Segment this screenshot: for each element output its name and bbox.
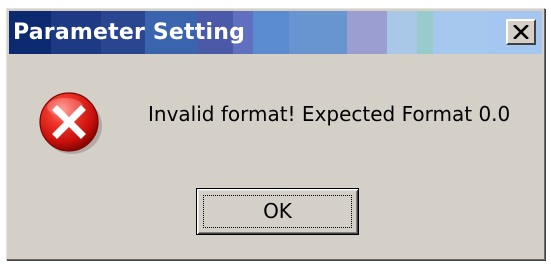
close-icon: [513, 25, 529, 39]
close-button[interactable]: [506, 19, 536, 45]
error-dialog: Parameter Setting Invalid format! Expect…: [6, 8, 545, 260]
ok-button[interactable]: OK: [196, 188, 359, 235]
error-message: Invalid format! Expected Format 0.0: [148, 102, 511, 126]
title-bar[interactable]: Parameter Setting: [9, 11, 542, 54]
ok-button-label: OK: [263, 199, 292, 223]
dialog-title: Parameter Setting: [13, 20, 246, 45]
error-icon: [35, 87, 105, 157]
